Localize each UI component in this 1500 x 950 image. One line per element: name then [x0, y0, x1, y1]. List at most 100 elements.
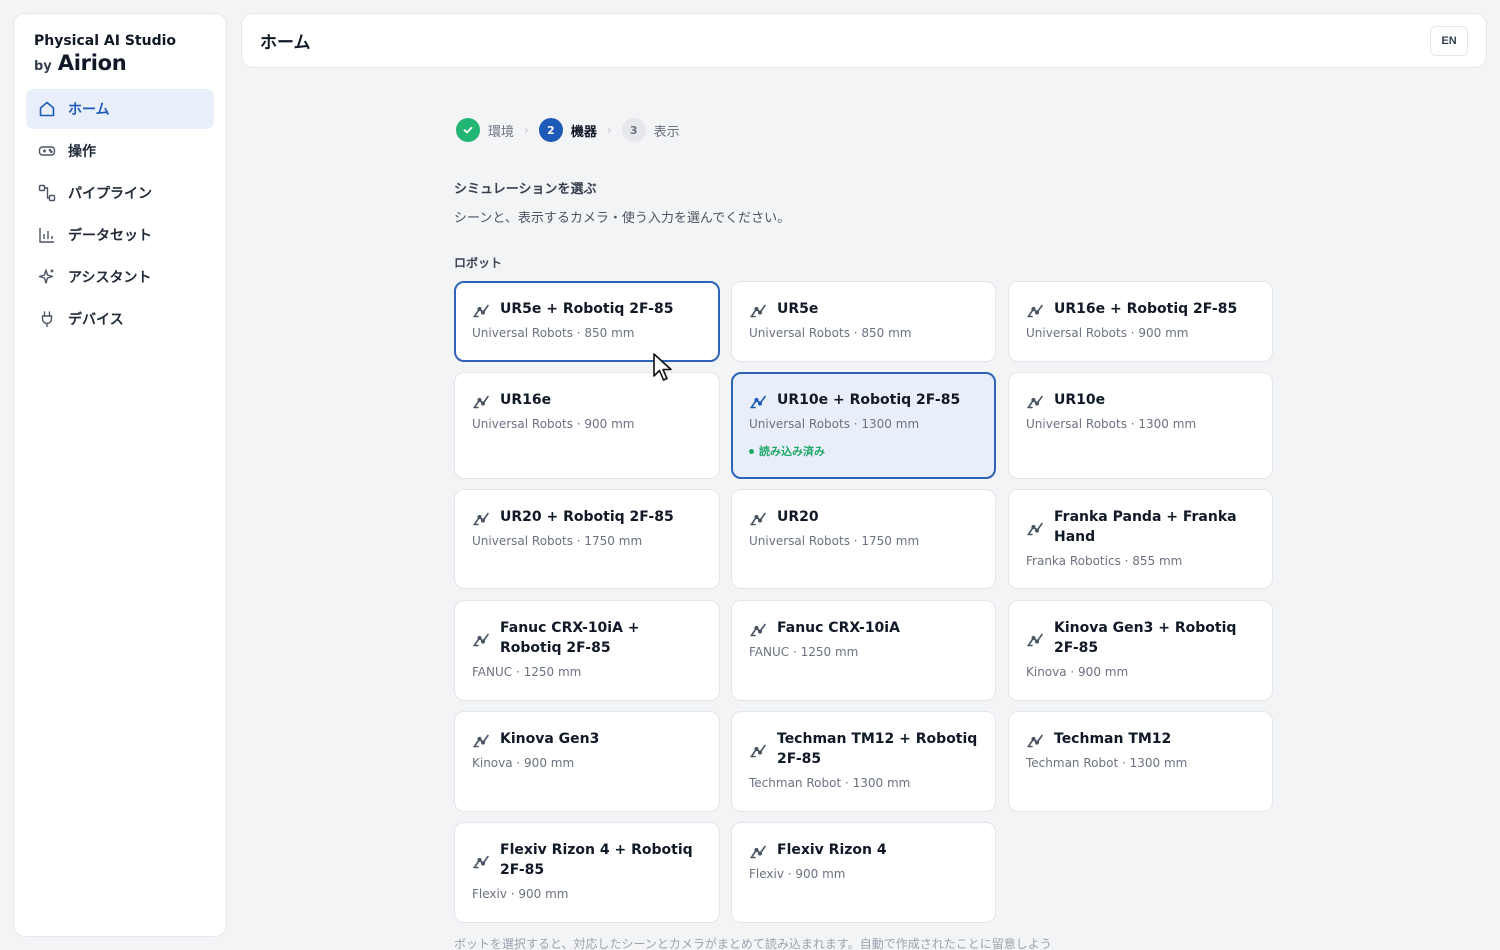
robot-name: Franka Panda + Franka Hand	[1054, 509, 1237, 545]
gamepad-icon	[38, 142, 56, 160]
robot-arm-icon	[1026, 390, 1046, 410]
stepper: 環境 › 2 機器 › 3 表示	[456, 118, 680, 142]
sidebar-item-devices[interactable]: デバイス	[26, 299, 214, 339]
robot-arm-icon	[749, 299, 769, 319]
robot-arm-icon	[472, 507, 492, 527]
robot-arm-icon	[749, 390, 769, 410]
sidebar-item-label: アシスタント	[68, 270, 152, 286]
step-label: 環境	[488, 124, 515, 140]
robot-card[interactable]: UR10e Universal Robots · 1300 mm	[1008, 372, 1273, 479]
sidebar-item-control[interactable]: 操作	[26, 131, 214, 171]
robot-name: Techman TM12	[1054, 731, 1172, 747]
brand-by: by	[34, 59, 52, 74]
robot-name: Kinova Gen3	[500, 731, 600, 747]
sidebar-item-home[interactable]: ホーム	[26, 89, 214, 129]
robot-card[interactable]: Fanuc CRX-10iA + Robotiq 2F-85 FANUC · 12…	[454, 600, 720, 701]
robot-card[interactable]: Franka Panda + Franka Hand Franka Robotic…	[1008, 489, 1273, 589]
sidebar-item-datasets[interactable]: データセット	[26, 215, 214, 255]
robot-name: Techman TM12 + Robotiq 2F-85	[777, 731, 978, 767]
robot-card[interactable]: Flexiv Rizon 4 + Robotiq 2F-85 Flexiv · 9…	[454, 822, 720, 923]
robot-card[interactable]: UR20 + Robotiq 2F-85 Universal Robots · 1…	[454, 489, 720, 589]
robot-name: UR20	[777, 509, 819, 525]
step-label: 機器	[570, 124, 597, 140]
step-number: 3	[621, 118, 646, 142]
status-text: 読み込み済み	[759, 445, 825, 458]
page-title: ホーム	[260, 33, 311, 53]
robot-card[interactable]: Flexiv Rizon 4 Flexiv · 900 mm	[731, 822, 996, 923]
robot-name: UR16e + Robotiq 2F-85	[1054, 301, 1238, 317]
robot-arm-icon	[749, 739, 769, 759]
robot-name: Fanuc CRX-10iA	[777, 620, 900, 636]
footer-hint-text: ボットを選択すると、対応したシーンとカメラがまとめて読み込まれます。自動で作成さ…	[454, 937, 1052, 950]
robot-arm-icon	[472, 299, 492, 319]
robot-group-label: ロボット	[454, 256, 503, 270]
sidebar: Physical AI Studio by Airion ホーム 操作 パイプラ…	[13, 13, 227, 937]
robot-card[interactable]: UR5e + Robotiq 2F-85 Universal Robots · 8…	[454, 281, 720, 362]
robot-card[interactable]: UR5e Universal Robots · 850 mm	[731, 281, 996, 362]
language-toggle-button[interactable]: EN	[1430, 25, 1468, 56]
robot-meta: Universal Robots · 1750 mm	[472, 534, 643, 548]
robot-name: UR5e + Robotiq 2F-85	[500, 301, 674, 317]
sidebar-item-pipeline[interactable]: パイプライン	[26, 173, 214, 213]
robot-name: Flexiv Rizon 4 + Robotiq 2F-85	[500, 842, 693, 878]
plug-icon	[38, 310, 56, 328]
step-label: 表示	[653, 124, 680, 140]
robot-meta: FANUC · 1250 mm	[749, 645, 859, 659]
robot-card[interactable]: Kinova Gen3 Kinova · 900 mm	[454, 711, 720, 812]
robot-meta: Flexiv · 900 mm	[472, 887, 569, 901]
robot-arm-icon	[1026, 299, 1046, 319]
sidebar-item-label: データセット	[68, 228, 152, 244]
brand[interactable]: Physical AI Studio by Airion	[14, 14, 226, 75]
check-icon	[456, 118, 480, 142]
section-title: シミュレーションを選ぶ	[454, 182, 597, 197]
robot-card[interactable]: Techman TM12 + Robotiq 2F-85 Techman Robo…	[731, 711, 996, 812]
status-dot-icon	[749, 448, 754, 454]
step-environment[interactable]: 環境	[456, 118, 514, 142]
robot-meta: Techman Robot · 1300 mm	[749, 776, 911, 790]
robot-card[interactable]: Fanuc CRX-10iA FANUC · 1250 mm	[731, 600, 996, 701]
robot-arm-icon	[472, 729, 492, 749]
step-display[interactable]: 3 表示	[621, 118, 680, 142]
robot-name: UR5e	[777, 301, 819, 317]
chevron-right-icon: ›	[524, 123, 529, 137]
robot-arm-icon	[472, 390, 492, 410]
sidebar-item-assistant[interactable]: アシスタント	[26, 257, 214, 297]
sidebar-item-label: ホーム	[68, 102, 110, 118]
robot-name: Kinova Gen3 + Robotiq 2F-85	[1054, 620, 1237, 656]
robot-name: UR20 + Robotiq 2F-85	[500, 509, 674, 525]
loaded-status-badge: 読み込み済み	[749, 443, 978, 459]
robot-meta: Kinova · 900 mm	[1026, 665, 1129, 679]
robot-arm-icon	[749, 507, 769, 527]
robot-name: UR10e + Robotiq 2F-85	[777, 392, 961, 408]
sidebar-item-label: パイプライン	[68, 186, 152, 202]
robot-meta: Flexiv · 900 mm	[749, 867, 846, 881]
sidebar-item-label: デバイス	[68, 312, 124, 328]
robot-meta: Universal Robots · 1750 mm	[749, 534, 920, 548]
brand-logo-text: Airion	[57, 51, 127, 75]
robot-card[interactable]: UR10e + Robotiq 2F-85 Universal Robots · …	[731, 372, 996, 479]
robot-arm-icon	[1026, 628, 1046, 648]
step-equipment[interactable]: 2 機器	[538, 118, 597, 142]
robot-card[interactable]: UR16e Universal Robots · 900 mm	[454, 372, 720, 479]
robot-arm-icon	[1026, 729, 1046, 749]
robot-arm-icon	[1026, 517, 1046, 537]
robot-card[interactable]: UR16e + Robotiq 2F-85 Universal Robots · …	[1008, 281, 1273, 362]
robot-name: UR10e	[1054, 392, 1106, 408]
step-number: 2	[538, 118, 563, 142]
robot-meta: Universal Robots · 850 mm	[472, 326, 635, 340]
robot-name: Flexiv Rizon 4	[777, 842, 887, 858]
chevron-right-icon: ›	[606, 123, 612, 137]
robot-meta: FANUC · 1250 mm	[472, 665, 582, 679]
home-icon	[38, 100, 56, 118]
robot-name: Fanuc CRX-10iA + Robotiq 2F-85	[500, 620, 640, 656]
pipeline-icon	[38, 184, 56, 202]
robot-meta: Universal Robots · 900 mm	[1026, 326, 1189, 340]
robot-card[interactable]: Kinova Gen3 + Robotiq 2F-85 Kinova · 900 …	[1008, 600, 1273, 701]
robot-card[interactable]: Techman TM12 Techman Robot · 1300 mm	[1008, 711, 1273, 812]
robot-meta: Universal Robots · 1300 mm	[749, 417, 920, 431]
robot-card[interactable]: UR20 Universal Robots · 1750 mm	[731, 489, 996, 589]
robot-arm-icon	[472, 628, 492, 648]
robot-meta: Kinova · 900 mm	[472, 756, 575, 770]
robot-meta: Universal Robots · 1300 mm	[1026, 417, 1197, 431]
sidebar-nav: ホーム 操作 パイプライン データセット アシスタント デバイス	[14, 89, 226, 339]
